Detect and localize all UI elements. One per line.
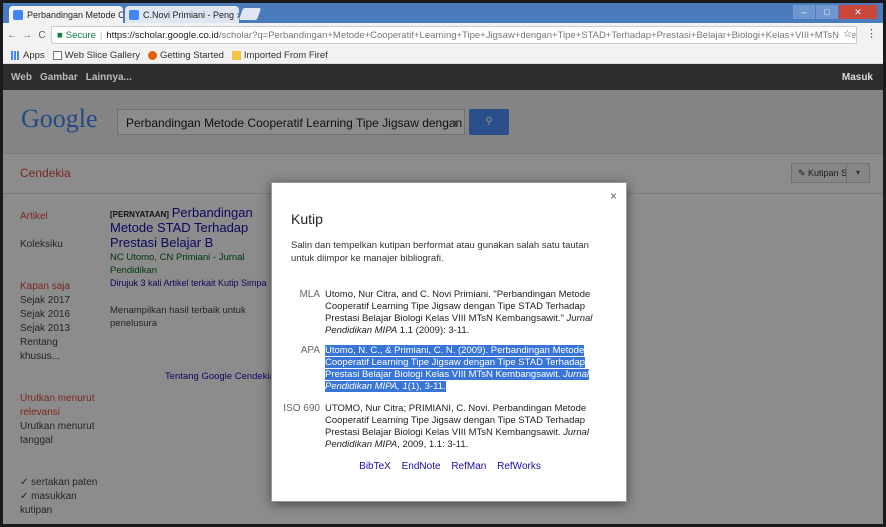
refman-link[interactable]: RefMan: [451, 461, 486, 472]
tab-primiani[interactable]: C.Novi Primiani - Peng x: [125, 6, 239, 23]
bookmark-label: Getting Started: [159, 49, 224, 61]
gbar-images[interactable]: Gambar: [40, 72, 78, 83]
url-path: /scholar?q=Perbandingan+Metode+Cooperati…: [218, 29, 857, 41]
citation-format: ISO 690: [283, 403, 320, 414]
bookmark-label: Imported From Firef: [243, 49, 328, 61]
bookmark-getting-started[interactable]: Getting Started: [147, 49, 224, 61]
citation-body: Utomo, N. C., & Primiani, C. N. (2009). …: [325, 345, 586, 380]
divider: |: [99, 29, 103, 41]
secure-label: Secure: [65, 29, 96, 41]
url-host: https://scholar.google.co.id: [106, 29, 219, 41]
close-window-button[interactable]: ✕: [839, 5, 877, 19]
cite-dialog: × Kutip Salin dan tempelkan kutipan berf…: [271, 182, 627, 502]
lock-icon: ■: [57, 29, 63, 41]
citation-format: APA: [300, 345, 320, 356]
new-tab-button[interactable]: [238, 8, 262, 20]
bookmark-star-icon[interactable]: ☆: [840, 29, 852, 40]
bookmark-imported[interactable]: Imported From Firef: [231, 49, 328, 61]
citation-text[interactable]: UTOMO, Nur Citra; PRIMIANI, C. Novi. Per…: [325, 403, 605, 451]
apps-icon: [11, 50, 20, 60]
folder-icon: [231, 50, 241, 60]
tab-label: C.Novi Primiani - Peng: [143, 9, 235, 20]
tab-scholar[interactable]: Perbandingan Metode C x: [9, 6, 123, 23]
tab-label: Perbandingan Metode C: [27, 9, 123, 20]
firefox-icon: [147, 50, 157, 60]
gbar-more[interactable]: Lainnya...: [86, 72, 132, 83]
citation-iso690[interactable]: ISO 690 UTOMO, Nur Citra; PRIMIANI, C. N…: [282, 403, 622, 451]
dialog-title: Kutip: [291, 211, 323, 227]
google-bar: Web Gambar Lainnya... Masuk: [3, 64, 883, 90]
close-icon[interactable]: ×: [610, 189, 617, 203]
citation-format: MLA: [299, 289, 320, 300]
gbar-web[interactable]: Web: [11, 72, 32, 83]
citation-tail: (1), 3-11.: [407, 381, 446, 392]
signin-link[interactable]: Masuk: [842, 72, 873, 83]
minimize-button[interactable]: –: [793, 5, 815, 19]
scholar-favicon-icon: [13, 9, 23, 20]
window-controls: – □ ✕: [793, 5, 877, 19]
bookmark-label: Apps: [23, 49, 45, 61]
forward-icon[interactable]: →: [21, 30, 33, 41]
bookmark-label: Web Slice Gallery: [64, 49, 140, 61]
citation-apa[interactable]: APA Utomo, N. C., & Primiani, C. N. (200…: [282, 345, 622, 393]
citation-tail: , 2009, 1.1: 3-11.: [397, 439, 469, 450]
citation-body: Utomo, Nur Citra, and C. Novi Primiani. …: [325, 289, 591, 324]
tab-strip: Perbandingan Metode C x C.Novi Primiani …: [3, 3, 883, 23]
endnote-link[interactable]: EndNote: [402, 461, 441, 472]
maximize-button[interactable]: □: [816, 5, 838, 19]
bibtex-link[interactable]: BibTeX: [359, 461, 391, 472]
bookmarks-bar: Apps Web Slice Gallery Getting Started I…: [3, 47, 883, 64]
dialog-description: Salin dan tempelkan kutipan berformat at…: [291, 240, 589, 264]
reload-icon[interactable]: C: [36, 30, 48, 41]
citation-text[interactable]: Utomo, N. C., & Primiani, C. N. (2009). …: [325, 345, 605, 393]
back-icon[interactable]: ←: [6, 30, 18, 41]
browser-menu-icon[interactable]: ⋮: [866, 27, 877, 40]
address-bar[interactable]: ■ Secure | https://scholar.google.co.id …: [51, 26, 857, 44]
citation-body: UTOMO, Nur Citra; PRIMIANI, C. Novi. Per…: [325, 403, 587, 438]
bookmark-web-slice[interactable]: Web Slice Gallery: [52, 49, 140, 61]
citation-text[interactable]: Utomo, Nur Citra, and C. Novi Primiani. …: [325, 289, 605, 337]
page-icon: [52, 50, 62, 60]
browser-toolbar: ← → C ■ Secure | https://scholar.google.…: [3, 23, 883, 47]
browser-window: Perbandingan Metode C x C.Novi Primiani …: [0, 0, 886, 527]
scholar-favicon-icon: [129, 9, 139, 20]
export-links: BibTeX EndNote RefMan RefWorks: [272, 461, 628, 472]
refworks-link[interactable]: RefWorks: [497, 461, 541, 472]
citation-tail: 1.1 (2009): 3-11.: [397, 325, 470, 336]
bookmark-apps[interactable]: Apps: [11, 50, 45, 61]
citation-mla[interactable]: MLA Utomo, Nur Citra, and C. Novi Primia…: [282, 289, 622, 337]
